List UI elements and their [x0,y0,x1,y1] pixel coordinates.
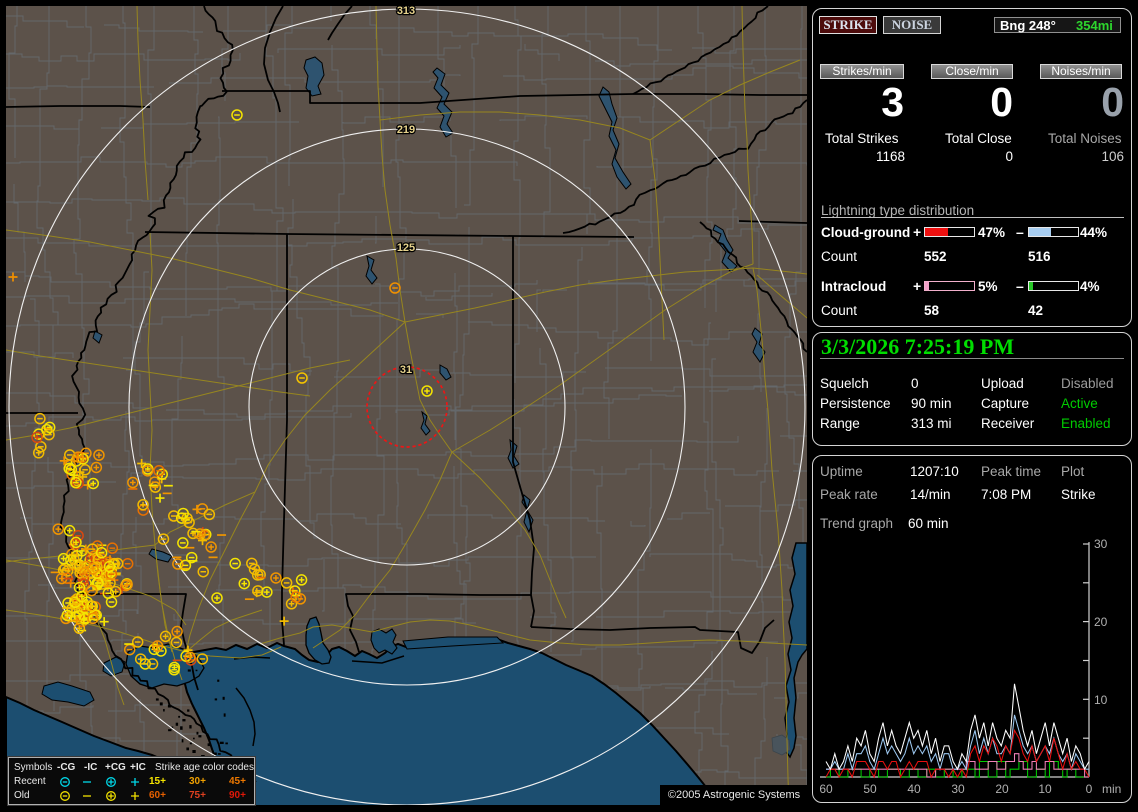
svg-text:10: 10 [1038,782,1052,796]
svg-text:30: 30 [951,782,965,796]
svg-text:125: 125 [397,242,415,254]
svg-text:10: 10 [1094,693,1108,707]
svg-text:20: 20 [1094,615,1108,629]
svg-text:30: 30 [1094,537,1108,551]
svg-text:50: 50 [863,782,877,796]
svg-text:31: 31 [400,364,412,376]
svg-text:min: min [1102,782,1121,796]
svg-text:20: 20 [995,782,1009,796]
svg-text:219: 219 [397,124,415,136]
svg-text:60: 60 [819,782,833,796]
svg-text:0: 0 [1086,782,1093,796]
svg-text:313: 313 [397,6,415,17]
svg-text:40: 40 [907,782,921,796]
